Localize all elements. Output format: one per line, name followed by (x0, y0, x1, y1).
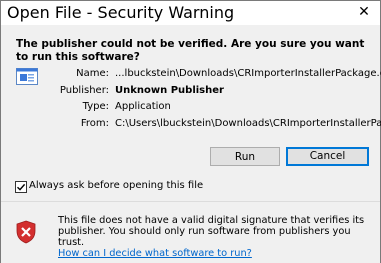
cancel-button[interactable]: Cancel (286, 147, 369, 166)
always-ask-label: Always ask before opening this file (29, 180, 204, 191)
title-bar: Open File - Security Warning ✕ (1, 1, 380, 25)
name-label: Name: (76, 68, 109, 79)
always-ask-checkbox[interactable] (15, 181, 27, 193)
dialog-title: Open File - Security Warning (7, 3, 235, 22)
help-link[interactable]: How can I decide what software to run? (58, 248, 252, 259)
type-value: Application (115, 101, 171, 112)
name-value: ...lbuckstein\Downloads\CRImporterInstal… (115, 68, 381, 79)
type-label: Type: (82, 101, 109, 112)
run-button[interactable]: Run (210, 147, 280, 166)
close-icon: ✕ (358, 4, 370, 20)
checkmark-icon (17, 183, 26, 191)
warning-footer: This file does not have a valid digital … (1, 201, 380, 263)
warning-message: This file does not have a valid digital … (58, 215, 370, 259)
from-label: From: (80, 118, 109, 129)
warning-text: This file does not have a valid digital … (58, 215, 365, 248)
publisher-value: Unknown Publisher (115, 85, 224, 96)
verification-question: The publisher could not be verified. Are… (16, 38, 365, 63)
publisher-label: Publisher: (59, 85, 109, 96)
shield-warning-icon (16, 220, 36, 244)
security-warning-dialog: Open File - Security Warning ✕ The publi… (0, 0, 381, 263)
close-button[interactable]: ✕ (348, 1, 380, 25)
from-value: C:\Users\lbuckstein\Downloads\CRImporter… (115, 118, 381, 129)
